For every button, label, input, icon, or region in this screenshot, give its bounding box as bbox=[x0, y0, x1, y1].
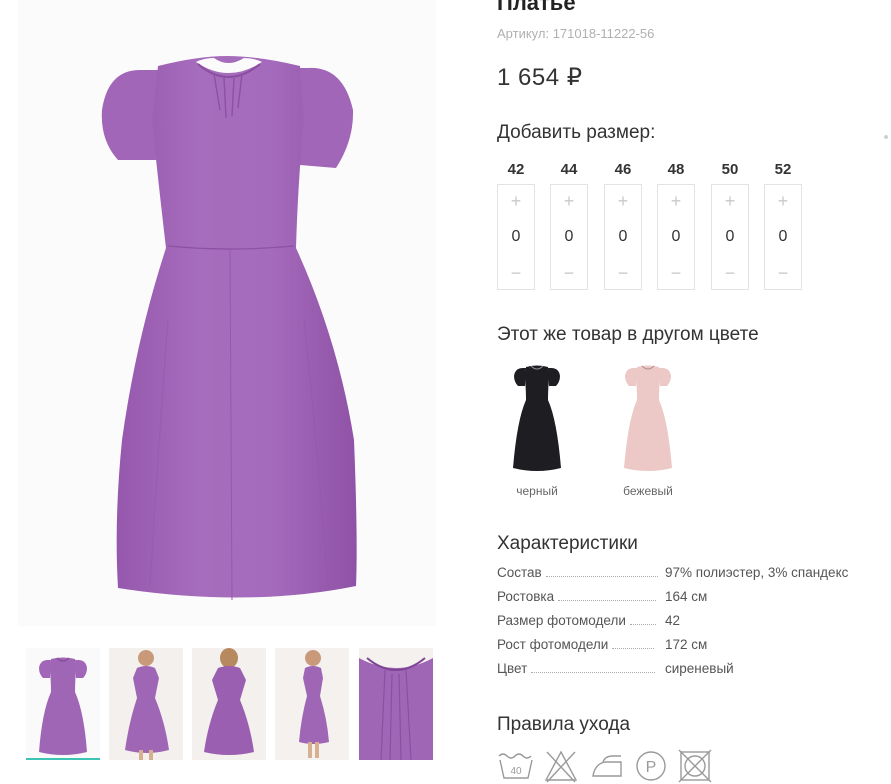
spec-row: Состав 97% полиэстер, 3% спандекс bbox=[497, 565, 867, 589]
quantity-value[interactable]: 0 bbox=[565, 228, 574, 246]
plus-icon[interactable]: + bbox=[778, 191, 789, 211]
spec-value: 97% полиэстер, 3% спандекс bbox=[665, 565, 849, 580]
spec-value: сиреневый bbox=[665, 661, 734, 676]
spec-name: Состав bbox=[497, 565, 542, 580]
quantity-stepper: + 0 − bbox=[497, 184, 535, 290]
minus-icon[interactable]: − bbox=[725, 263, 736, 283]
quantity-stepper: + 0 − bbox=[604, 184, 642, 290]
spec-row: Ростовка 164 см bbox=[497, 589, 867, 613]
quantity-value[interactable]: 0 bbox=[512, 228, 521, 246]
thumbnail-model-front[interactable] bbox=[109, 648, 183, 760]
quantity-stepper: + 0 − bbox=[657, 184, 695, 290]
care-icons: 40 P bbox=[497, 748, 737, 784]
color-variant-black[interactable]: черный bbox=[497, 360, 577, 498]
spec-name: Ростовка bbox=[497, 589, 555, 604]
iron-icon bbox=[592, 755, 622, 777]
quantity-value[interactable]: 0 bbox=[779, 228, 788, 246]
spec-dots bbox=[612, 640, 655, 649]
product-sku: Артикул: 171018-11222-56 bbox=[497, 26, 655, 41]
care-heading: Правила ухода bbox=[497, 714, 631, 735]
size-label: 44 bbox=[560, 161, 578, 178]
beige-dress-image bbox=[608, 360, 688, 476]
quantity-value[interactable]: 0 bbox=[672, 228, 681, 246]
dress-image bbox=[101, 56, 357, 601]
quantity-stepper: + 0 − bbox=[711, 184, 749, 290]
spec-dots bbox=[629, 616, 656, 625]
size-label: 48 bbox=[667, 161, 685, 178]
wash-temp: 40 bbox=[510, 766, 522, 777]
spec-row: Рост фотомодели 172 см bbox=[497, 637, 867, 661]
specs-heading: Характеристики bbox=[497, 533, 638, 554]
specs-table: Состав 97% полиэстер, 3% спандекс Ростов… bbox=[497, 565, 867, 685]
thumbnail-front[interactable] bbox=[26, 648, 100, 760]
spec-name: Размер фотомодели bbox=[497, 613, 626, 628]
thumbnail-strip bbox=[26, 648, 436, 766]
minus-icon[interactable]: − bbox=[671, 263, 682, 283]
size-label: 42 bbox=[507, 161, 525, 178]
size-column: 52 + 0 − bbox=[764, 158, 802, 290]
spec-value: 42 bbox=[665, 613, 681, 628]
thumbnail-model-back[interactable] bbox=[192, 648, 266, 760]
plus-icon[interactable]: + bbox=[511, 191, 522, 211]
size-column: 46 + 0 − bbox=[604, 158, 642, 290]
thumbnail-detail[interactable] bbox=[359, 648, 433, 760]
no-tumble-dry-icon bbox=[678, 749, 712, 783]
spec-value: 172 см bbox=[665, 637, 708, 652]
sizes-heading: Добавить размер: bbox=[497, 122, 656, 143]
spec-dots bbox=[545, 568, 658, 577]
plus-icon[interactable]: + bbox=[564, 191, 575, 211]
color-label: бежевый bbox=[623, 484, 673, 498]
quantity-stepper: + 0 − bbox=[550, 184, 588, 290]
thumbnail-model-side[interactable] bbox=[275, 648, 349, 760]
spec-name: Рост фотомодели bbox=[497, 637, 609, 652]
spec-row: Цвет сиреневый bbox=[497, 661, 867, 685]
quantity-stepper: + 0 − bbox=[764, 184, 802, 290]
other-colors-heading: Этот же товар в другом цвете bbox=[497, 324, 759, 345]
quantity-value[interactable]: 0 bbox=[726, 228, 735, 246]
size-selector: 42 + 0 − 44 + 0 − 46 + 0 − 48 + 0 − 50 +… bbox=[497, 158, 817, 294]
wash-40-icon: 40 bbox=[498, 753, 533, 779]
minus-icon[interactable]: − bbox=[778, 263, 789, 283]
minus-icon[interactable]: − bbox=[618, 263, 629, 283]
quantity-value[interactable]: 0 bbox=[619, 228, 628, 246]
size-column: 50 + 0 − bbox=[711, 158, 749, 290]
minus-icon[interactable]: − bbox=[511, 263, 522, 283]
product-title: Платье bbox=[497, 0, 576, 15]
plus-icon[interactable]: + bbox=[725, 191, 736, 211]
size-column: 44 + 0 − bbox=[550, 158, 588, 290]
black-dress-image bbox=[497, 360, 577, 476]
main-product-photo[interactable] bbox=[18, 0, 436, 626]
spec-value: 164 см bbox=[665, 589, 708, 604]
scroll-edge-icon bbox=[884, 135, 888, 139]
plus-icon[interactable]: + bbox=[618, 191, 629, 211]
color-variants: черный бежевый bbox=[497, 360, 717, 510]
size-column: 48 + 0 − bbox=[657, 158, 695, 290]
plus-icon[interactable]: + bbox=[671, 191, 682, 211]
color-variant-beige[interactable]: бежевый bbox=[608, 360, 688, 498]
size-label: 52 bbox=[774, 161, 792, 178]
size-label: 46 bbox=[614, 161, 632, 178]
minus-icon[interactable]: − bbox=[564, 263, 575, 283]
spec-dots bbox=[558, 592, 657, 601]
product-price: 1 654 ₽ bbox=[497, 64, 583, 91]
professional-clean-p-icon: P bbox=[636, 751, 666, 781]
size-label: 50 bbox=[721, 161, 739, 178]
dry-clean-letter: P bbox=[646, 759, 657, 776]
spec-dots bbox=[531, 664, 656, 673]
spec-name: Цвет bbox=[497, 661, 528, 676]
no-bleach-icon bbox=[544, 750, 578, 783]
spec-row: Размер фотомодели 42 bbox=[497, 613, 867, 637]
color-label: черный bbox=[516, 484, 558, 498]
size-column: 42 + 0 − bbox=[497, 158, 535, 290]
